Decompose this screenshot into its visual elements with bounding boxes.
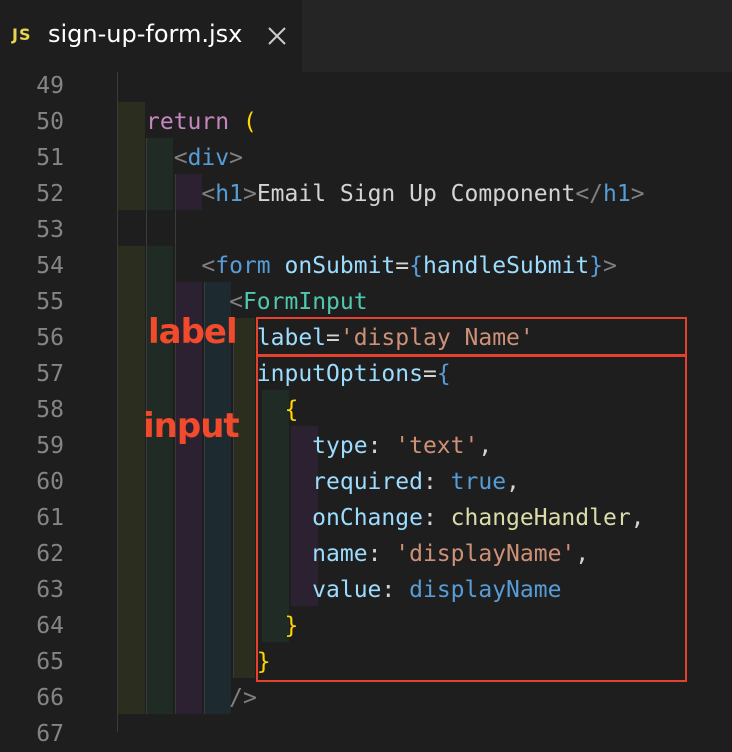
line-code: <form onSubmit={handleSubmit}> xyxy=(146,248,617,284)
code-token: > xyxy=(229,145,243,171)
line-code: return ( xyxy=(146,104,257,140)
line-number: 65 xyxy=(36,649,64,675)
code-token: ( xyxy=(242,109,257,135)
line-number: 53 xyxy=(36,217,64,243)
code-token: form xyxy=(215,253,271,279)
tab-bar: JS sign-up-form.jsx xyxy=(0,0,732,72)
code-token: /> xyxy=(229,685,257,711)
code-token: > xyxy=(630,181,645,207)
line-number: 49 xyxy=(36,73,64,99)
code-token: } xyxy=(589,253,604,279)
line-code: } xyxy=(146,644,271,680)
code-token: div xyxy=(187,145,230,171)
code-token: h1 xyxy=(215,181,243,207)
line-number: 61 xyxy=(36,505,64,531)
close-icon[interactable] xyxy=(266,25,288,47)
line-number: 54 xyxy=(36,253,64,279)
code-line[interactable]: 66 /> xyxy=(0,680,732,716)
input-annotation-text: input xyxy=(143,406,240,446)
line-number: 63 xyxy=(36,577,64,603)
code-token: = xyxy=(395,253,410,279)
code-line[interactable]: 53 xyxy=(0,212,732,248)
line-number: 58 xyxy=(36,397,64,423)
line-number: 56 xyxy=(36,325,64,351)
code-token: < xyxy=(201,181,216,207)
line-number: 66 xyxy=(36,685,64,711)
line-number: 59 xyxy=(36,433,64,459)
line-code: <div> xyxy=(146,140,243,176)
code-line[interactable]: 49 xyxy=(0,68,732,104)
code-editor[interactable]: 49 50 return (51 <div> 52 <h1>Email Sign Up… xyxy=(0,72,732,747)
line-number: 60 xyxy=(36,469,64,495)
line-number: 67 xyxy=(36,721,64,747)
code-token: FormInput xyxy=(242,289,368,315)
code-line[interactable]: 52 <h1>Email Sign Up Component</h1> xyxy=(0,176,732,212)
code-line[interactable]: 67 xyxy=(0,716,732,752)
code-token: < xyxy=(173,145,188,171)
line-number: 57 xyxy=(36,361,64,387)
line-number: 62 xyxy=(36,541,64,567)
code-token: < xyxy=(201,253,216,279)
code-line[interactable]: 55 <FormInput xyxy=(0,284,732,320)
code-token: </ xyxy=(575,181,604,207)
code-line[interactable]: 50 return ( xyxy=(0,104,732,140)
javascript-file-icon: JS xyxy=(12,25,32,44)
code-token: > xyxy=(603,253,617,279)
code-token: > xyxy=(242,181,257,207)
code-token: Email Sign Up Component xyxy=(256,181,576,207)
line-number: 51 xyxy=(36,145,64,171)
input-annotation-box xyxy=(256,355,687,682)
code-line[interactable]: 51 <div> xyxy=(0,140,732,176)
code-line[interactable]: 54 <form onSubmit={handleSubmit}> xyxy=(0,248,732,284)
line-code: /> xyxy=(146,680,257,716)
label-annotation-text: label xyxy=(148,312,238,352)
line-number: 50 xyxy=(36,109,64,135)
tab-title: sign-up-form.jsx xyxy=(48,20,243,48)
line-number: 52 xyxy=(36,181,64,207)
line-number: 64 xyxy=(36,613,64,639)
code-token: h1 xyxy=(603,181,631,207)
code-token: { xyxy=(409,253,423,279)
label-annotation-box xyxy=(256,317,687,356)
tab-sign-up-form[interactable]: JS sign-up-form.jsx xyxy=(0,0,302,72)
line-code: <h1>Email Sign Up Component</h1> xyxy=(146,176,645,212)
code-token: onSubmit xyxy=(284,253,396,279)
line-number: 55 xyxy=(36,289,64,315)
code-token: handleSubmit xyxy=(423,253,590,279)
code-token: return xyxy=(146,109,230,135)
